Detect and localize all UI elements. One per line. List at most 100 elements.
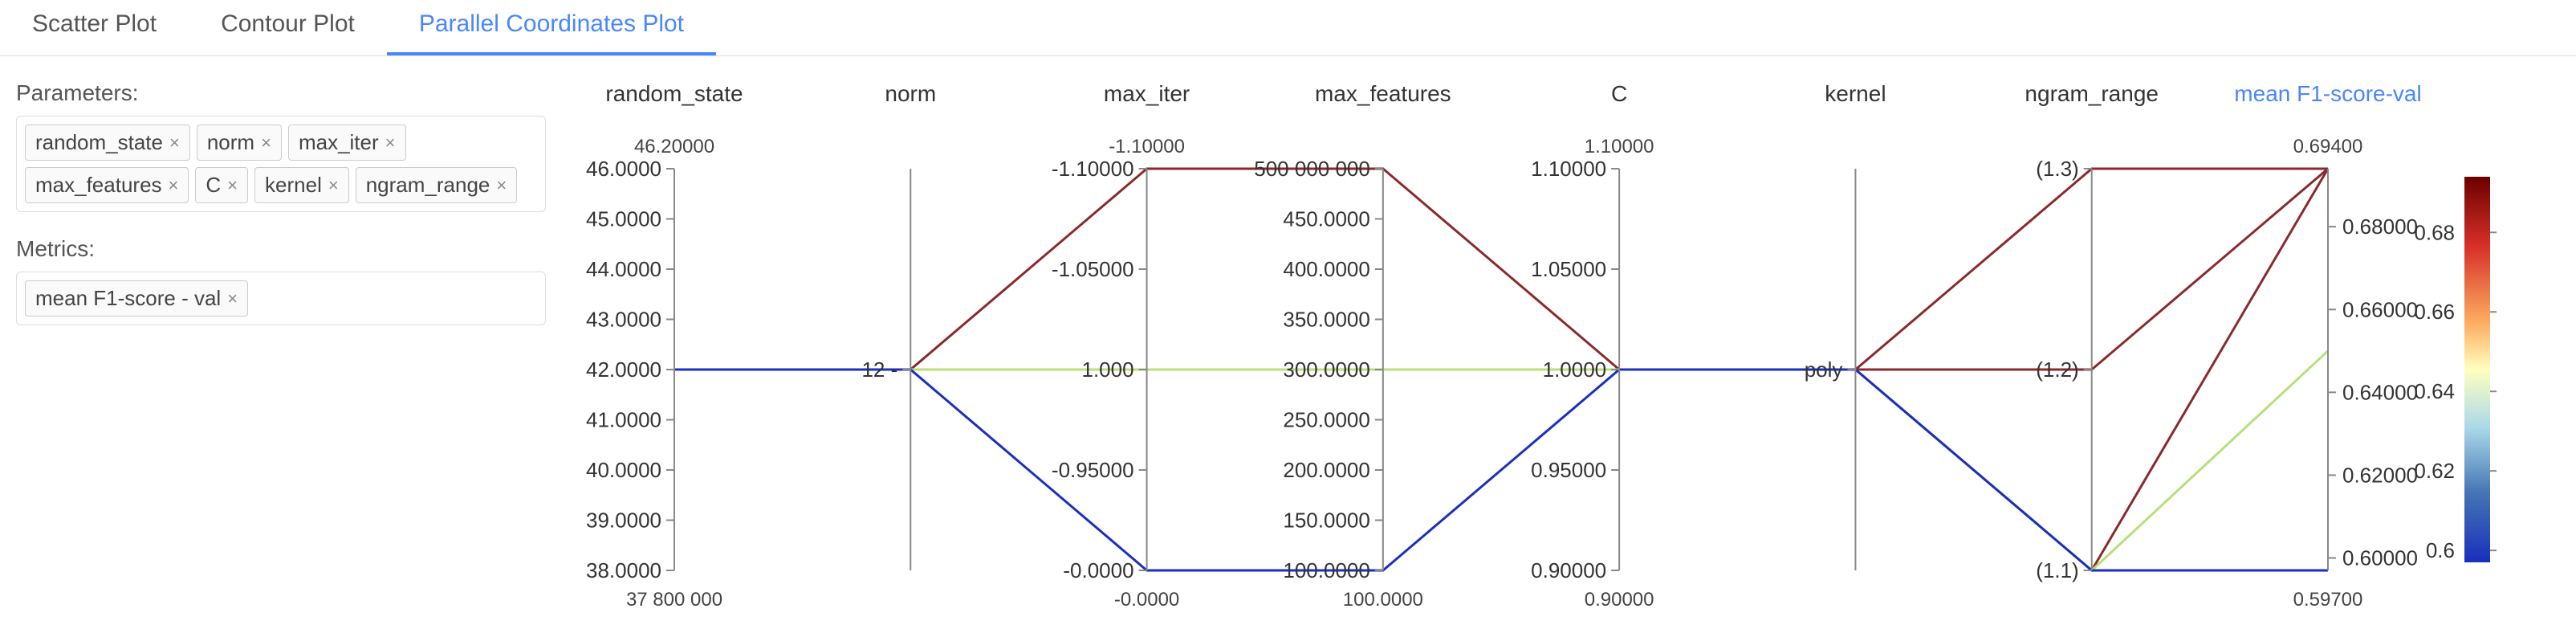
axis-range-top: 1.10000 [1585, 136, 1654, 157]
axis-range-bottom: 37 800 000 [626, 589, 722, 611]
axis-random_state[interactable]: random_state 46.20000 37 800 000 38.0000 39.… [586, 81, 743, 611]
axis-tick-label: 43.0000 [586, 308, 661, 332]
axis-tick-label: 1.05000 [1531, 257, 1606, 281]
axis-title: random_state [605, 81, 743, 106]
axis-title: kernel [1825, 81, 1886, 106]
chip-label: mean F1-score - val [35, 286, 221, 311]
axis-range-bottom: -0.0000 [1114, 589, 1179, 611]
axis-tick-label: 450.0000 [1283, 207, 1369, 231]
tabs: Scatter Plot Contour Plot Parallel Coord… [0, 0, 2576, 56]
tab-parallel[interactable]: Parallel Coordinates Plot [387, 0, 716, 55]
axis-tick-label: 500 000 000 [1254, 157, 1370, 181]
axis-tick-label: 250.0000 [1283, 408, 1369, 432]
close-icon[interactable]: × [261, 133, 271, 153]
axis-tick-label: 350.0000 [1283, 308, 1369, 332]
axis-tick-label: 0.62000 [2342, 463, 2418, 487]
chip-label: C [206, 173, 221, 198]
run-line[interactable] [674, 169, 2328, 370]
axis-title: mean F1-score-val [2234, 81, 2421, 106]
chip-label: random_state [35, 130, 163, 155]
axis-range-bottom: 100.0000 [1343, 589, 1423, 611]
axis-tick-label: 0.90000 [1531, 558, 1606, 582]
metrics-chipbox[interactable]: mean F1-score - val × [16, 272, 546, 325]
axis-tick-label: -0.0000 [1063, 558, 1133, 582]
chip-kernel[interactable]: kernel × [254, 167, 349, 203]
close-icon[interactable]: × [227, 175, 238, 196]
axis-range-top: -1.10000 [1109, 136, 1185, 157]
axis-tick-label: 300.0000 [1283, 357, 1369, 382]
axis-tick-label: -0.95000 [1052, 458, 1134, 482]
axis-kernel[interactable]: kernelpoly [1805, 81, 1886, 570]
axis-tick-label: 200.0000 [1283, 458, 1369, 482]
axis-range-bottom: 0.90000 [1585, 589, 1654, 611]
axis-tick-label: -1.10000 [1052, 157, 1134, 181]
axis-range-top: 46.20000 [634, 136, 714, 157]
tab-scatter[interactable]: Scatter Plot [0, 0, 189, 55]
close-icon[interactable]: × [385, 133, 396, 153]
chip-max-iter[interactable]: max_iter × [288, 125, 406, 161]
colorbar-tick-label: 0.6 [2426, 538, 2455, 562]
axis-title: C [1611, 81, 1627, 106]
close-icon[interactable]: × [328, 175, 339, 196]
axis-tick-label: 45.0000 [586, 207, 661, 231]
colorbar-tick-label: 0.64 [2414, 379, 2455, 403]
axis-ngram_range[interactable]: ngram_range(1.3)(1.2)(1.1) [2025, 81, 2159, 582]
axis-title: max_features [1315, 81, 1451, 106]
axis-tick-label: 400.0000 [1283, 257, 1369, 281]
axis-tick-label: (1.2) [2036, 357, 2078, 382]
axis-tick-label: 1.10000 [1531, 157, 1606, 181]
axis-metric[interactable]: mean F1-score-val 0.69400 0.59700 0.68000 0.… [2234, 81, 2421, 611]
run-line[interactable] [674, 370, 2328, 570]
parameters-label: Parameters: [16, 80, 546, 106]
chip-label: ngram_range [366, 173, 490, 198]
axis-tick-label: 41.0000 [586, 408, 661, 432]
axis-norm[interactable]: norm 12 - [861, 81, 936, 570]
axis-tick-label: 0.60000 [2342, 546, 2418, 570]
chip-mean-f1-score-val[interactable]: mean F1-score - val × [25, 280, 248, 317]
axis-title: max_iter [1104, 81, 1190, 106]
chip-ngram-range[interactable]: ngram_range × [356, 167, 518, 203]
axis-tick-label: 150.0000 [1283, 509, 1369, 533]
runs-group [674, 169, 2328, 570]
axis-range-top: 0.69400 [2293, 136, 2363, 157]
axis-tick-label: 100.0000 [1283, 558, 1369, 582]
axis-tick-label: 1.000 [1081, 357, 1133, 382]
close-icon[interactable]: × [227, 288, 238, 309]
axis-tick-label: 40.0000 [586, 458, 661, 482]
chip-label: max_iter [299, 130, 379, 155]
chip-label: norm [207, 130, 254, 155]
axis-tick-label: 12 - [861, 357, 897, 382]
chip-max-features[interactable]: max_features× [25, 167, 189, 203]
chip-label: kernel [265, 173, 322, 198]
axis-max_features[interactable]: max_features 100.0000 500 000 000 450.0000 4… [1254, 81, 1451, 611]
axis-title: norm [885, 81, 936, 106]
axis-tick-label: 44.0000 [586, 257, 661, 281]
colorbar-tick-label: 0.62 [2414, 459, 2455, 483]
axis-title: ngram_range [2025, 81, 2159, 106]
colorbar-tick-label: 0.68 [2414, 220, 2455, 244]
axis-tick-label: 38.0000 [586, 558, 661, 582]
axis-tick-label: 42.0000 [586, 357, 661, 382]
parameters-chipbox[interactable]: random_state×norm×max_iter×max_features×… [16, 116, 546, 212]
chip-c[interactable]: C× [195, 167, 248, 203]
axis-max_iter[interactable]: max_iter -1.10000 -0.0000 -1.10000 -1.05000 1… [1052, 81, 1190, 611]
close-icon[interactable]: × [169, 133, 180, 153]
axis-tick-label: 0.68000 [2342, 214, 2418, 239]
chip-random-state[interactable]: random_state × [25, 125, 190, 161]
axis-tick-label: 1.0000 [1543, 357, 1607, 382]
axis-tick-label: -1.05000 [1052, 257, 1134, 281]
axis-range-bottom: 0.59700 [2293, 589, 2363, 611]
axis-tick-label: 0.95000 [1531, 458, 1606, 482]
colorbar [2464, 177, 2490, 562]
axis-tick-label: 0.66000 [2342, 297, 2418, 321]
close-icon[interactable]: × [496, 175, 507, 196]
run-line[interactable] [674, 351, 2328, 570]
metrics-label: Metrics: [16, 236, 546, 262]
axis-tick-label: 46.0000 [586, 157, 661, 181]
close-icon[interactable]: × [169, 175, 179, 196]
chip-norm[interactable]: norm × [197, 125, 282, 161]
parallel-coordinates-plot[interactable]: random_state 46.20000 37 800 000 38.0000 39.… [562, 56, 2576, 621]
colorbar-tick-label: 0.66 [2414, 300, 2455, 324]
tab-contour[interactable]: Contour Plot [189, 0, 387, 55]
axis-tick-label: 39.0000 [586, 509, 661, 533]
